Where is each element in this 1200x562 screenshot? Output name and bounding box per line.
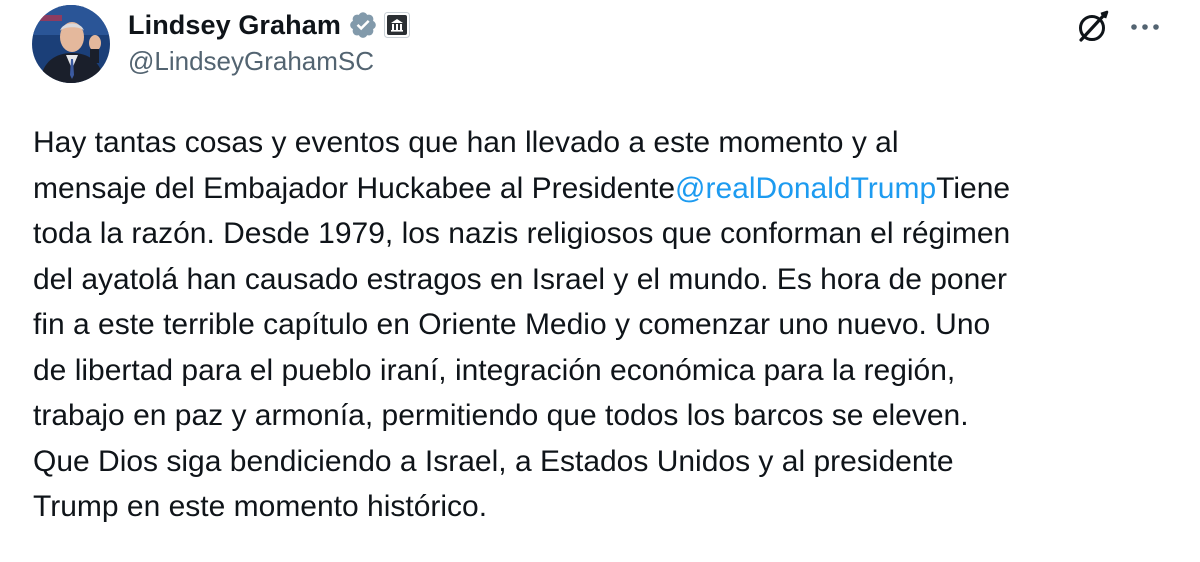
author-name-row: Lindsey Graham xyxy=(128,6,410,44)
author-display-name[interactable]: Lindsey Graham xyxy=(128,10,341,41)
avatar-photo xyxy=(32,5,110,83)
government-building-icon[interactable] xyxy=(383,12,410,38)
tweet-text: Hay tantas cosas y eventos que han lleva… xyxy=(33,120,1173,530)
grok-icon[interactable] xyxy=(1074,8,1112,46)
author-handle[interactable]: @LindseyGrahamSC xyxy=(128,46,374,77)
more-options-icon[interactable] xyxy=(1128,12,1162,42)
verified-badge-icon[interactable] xyxy=(348,10,378,40)
tweet-text-part2: Tiene toda la razón. Desde 1979, los naz… xyxy=(33,171,1011,524)
tweet-card: Lindsey Graham @LindseyGrahamSC Hay tant… xyxy=(0,0,1200,562)
mention-link[interactable]: @realDonaldTrump xyxy=(675,172,936,205)
avatar[interactable] xyxy=(32,5,110,83)
